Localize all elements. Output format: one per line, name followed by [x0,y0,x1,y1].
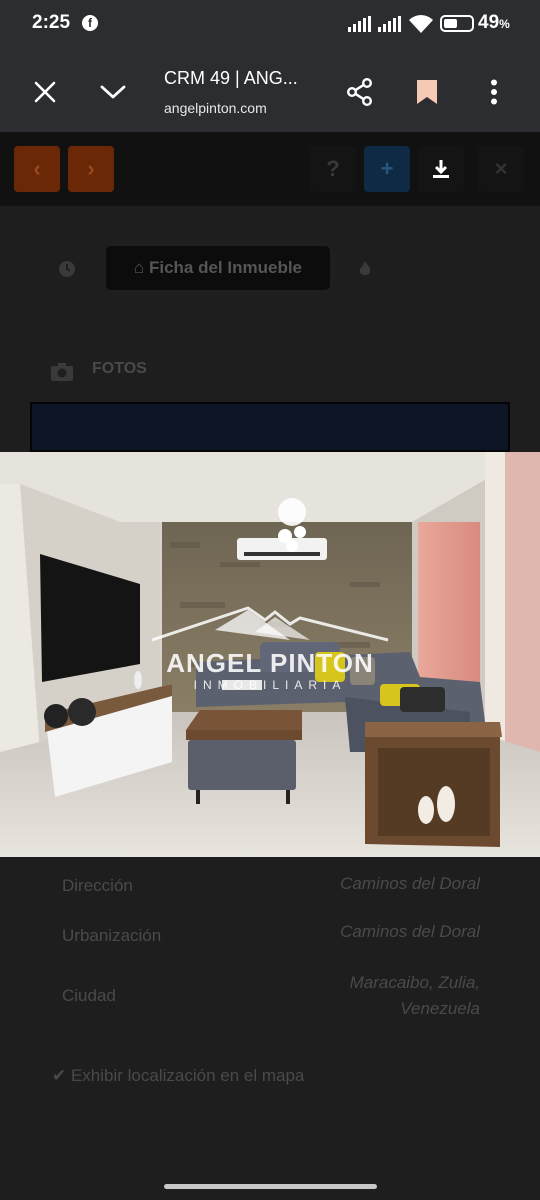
field-value-direccion: Caminos del Doral [340,874,480,893]
status-time: 2:25 [32,12,71,33]
signal-icon-2 [378,16,401,32]
viewer-toolbar: ‹ › ? + × [0,132,540,206]
page-title: CRM 49 | ANG... [164,68,298,88]
battery-percent: 49% [478,12,510,33]
help-button[interactable]: ? [310,146,356,192]
close-viewer-button[interactable]: × [478,146,524,192]
bookmark-icon [417,80,437,104]
facebook-notification-icon: f [82,15,98,31]
status-bar: 2:25 f 49% [0,0,540,48]
more-vert-icon [491,79,497,105]
clock-icon[interactable] [58,260,76,278]
camera-icon [51,363,73,381]
close-icon: × [494,156,508,181]
more-options-button[interactable] [472,70,516,114]
ficha-label: Ficha del Inmueble [148,258,303,277]
custom-tab-toolbar: CRM 49 | ANG... angelpinton.com [0,48,540,132]
watermark-sub: INMOBILIARIA [193,678,347,692]
minimize-button[interactable] [91,70,135,114]
field-value-ciudad: Maracaibo, Zulia, Venezuela [349,973,480,1018]
chevron-left-icon: ‹ [33,156,41,181]
battery-icon [440,15,474,32]
share-button[interactable] [338,70,382,114]
field-label-direccion: Dirección [62,876,133,895]
download-icon [433,160,449,178]
chevron-down-icon [100,85,126,99]
fotos-heading: FOTOS [92,360,147,377]
plus-icon: + [380,156,394,181]
ficha-tab[interactable]: ⌂ Ficha del Inmueble [106,246,330,290]
field-label-urbanizacion: Urbanización [62,926,162,945]
close-icon [34,81,56,103]
show-map-checkbox[interactable]: ✔ Exhibir localización en el mapa [52,1066,304,1086]
bookmark-button[interactable] [405,70,449,114]
field-label-ciudad: Ciudad [62,986,116,1005]
chevron-right-icon: › [87,156,95,181]
check-icon: ✔ [52,1066,71,1085]
field-value-urbanizacion: Caminos del Doral [340,922,480,941]
prev-button[interactable]: ‹ [14,146,60,192]
signal-icon [348,16,371,32]
show-map-label: Exhibir localización en el mapa [70,1066,305,1085]
close-tab-button[interactable] [23,70,67,114]
fire-icon[interactable] [358,260,372,278]
add-button[interactable]: + [364,146,410,192]
wifi-icon [409,15,433,33]
question-icon: ? [326,156,340,181]
download-button[interactable] [418,146,464,192]
next-button[interactable]: › [68,146,114,192]
share-icon [347,78,373,106]
gesture-navigation-bar[interactable] [164,1184,377,1189]
home-icon: ⌂ [133,258,149,277]
photo-gallery-strip[interactable] [30,402,510,452]
page-url[interactable]: angelpinton.com [164,100,267,116]
watermark-name: ANGEL PINTON [166,648,374,678]
property-photo[interactable]: ANGEL PINTON INMOBILIARIA [0,452,540,857]
